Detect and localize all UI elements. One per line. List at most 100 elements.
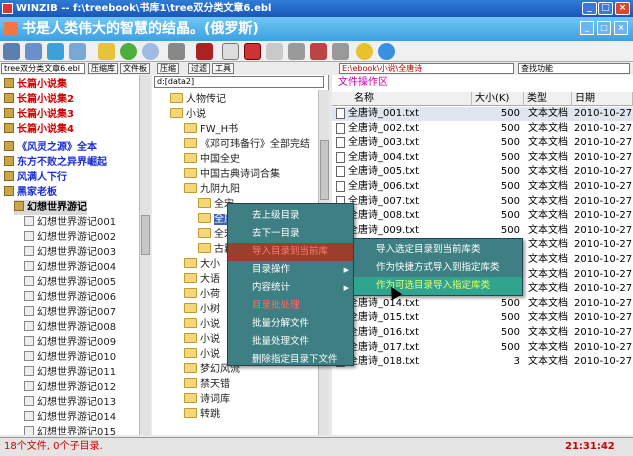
directory-tree-item[interactable]: 九阴九阳 <box>184 182 240 197</box>
file-row[interactable]: 全唐诗_003.txt 500 文本文档 2010-10-27 <box>332 136 633 150</box>
banner-close-button[interactable]: × <box>614 21 628 35</box>
file-row[interactable]: 全唐诗_015.txt 500 文本文档 2010-10-27 <box>332 311 633 325</box>
middle-scroll-thumb[interactable] <box>320 140 329 200</box>
banner-minimize-button[interactable]: _ <box>580 21 594 35</box>
directory-tree-item[interactable]: 小说 <box>170 107 206 122</box>
library-tree-item[interactable]: 长篇小说集2 <box>4 92 74 107</box>
directory-tree-item[interactable]: 中国全史 <box>184 152 240 167</box>
context-menu-item[interactable]: 批量分解文件 <box>228 315 353 333</box>
file-row[interactable]: 全唐诗_009.txt 500 文本文档 2010-10-27 <box>332 224 633 238</box>
banner-restore-button[interactable]: □ <box>597 21 611 35</box>
library-tree-item[interactable]: 长篇小说集3 <box>4 107 74 122</box>
directory-tree-item[interactable]: 中国古典诗词合集 <box>184 167 280 182</box>
library-tree-item[interactable]: 黑家老板 <box>4 185 57 200</box>
library-tree-item[interactable]: 长篇小说集 <box>4 77 67 92</box>
filter-button[interactable]: 过滤 <box>188 63 210 74</box>
star-icon[interactable] <box>356 43 373 60</box>
context-menu-item[interactable]: 删除指定目录下文件 <box>228 351 353 369</box>
document-icon[interactable] <box>266 43 283 60</box>
directory-tree-item[interactable]: 小说 <box>184 317 220 332</box>
library-combo[interactable]: tree双分类文章6.ebl <box>1 63 85 74</box>
library-tree-child[interactable]: 幻想世界游记012 <box>24 380 116 395</box>
file-row[interactable]: 全唐诗_007.txt 500 文本文档 2010-10-27 <box>332 195 633 209</box>
tools-icon[interactable] <box>332 43 349 60</box>
directory-tree-item[interactable]: 大小 <box>184 257 220 272</box>
context-menu-item[interactable]: 内容统计 ▶ <box>228 279 353 297</box>
directory-tree-item[interactable]: 大语 <box>184 272 220 287</box>
close-button[interactable]: × <box>615 2 630 15</box>
file-row[interactable]: 全唐诗_001.txt 500 文本文档 2010-10-27 <box>332 107 633 121</box>
minimize-button[interactable]: _ <box>582 2 597 15</box>
compress-button[interactable]: 压缩 <box>157 63 179 74</box>
file-row[interactable]: 全唐诗_014.txt 500 文本文档 2010-10-27 <box>332 297 633 311</box>
library-tree-child[interactable]: 幻想世界游记014 <box>24 410 116 425</box>
directory-tree-item[interactable]: 小树 <box>184 302 220 317</box>
file-row[interactable]: 全唐诗_017.txt 500 文本文档 2010-10-27 <box>332 341 633 355</box>
library-tree-item[interactable]: 风满人下行 <box>4 170 67 185</box>
list-icon[interactable] <box>288 43 305 60</box>
library-tree-child[interactable]: 幻想世界游记003 <box>24 245 116 260</box>
arrow-down-icon[interactable] <box>120 43 137 60</box>
directory-tree-item[interactable]: 诗词库 <box>184 392 230 407</box>
directory-tree-item[interactable]: FW_H书 <box>184 122 238 137</box>
file-row[interactable]: 全唐诗_005.txt 500 文本文档 2010-10-27 <box>332 165 633 179</box>
library-tree-child[interactable]: 幻想世界游记015 <box>24 425 116 435</box>
save-icon[interactable] <box>69 43 86 60</box>
directory-tree-item[interactable]: 《邓可玮备行》全部完结 <box>184 137 310 152</box>
context-menu-item[interactable]: 目录批处理 <box>228 297 353 315</box>
context-menu-item[interactable]: 导入目录到当前库 <box>228 243 353 261</box>
submenu-item[interactable]: 导入选定目录到当前库类 <box>354 241 522 259</box>
context-menu-item[interactable]: 去下一目录 <box>228 225 353 243</box>
open-icon[interactable] <box>47 43 64 60</box>
directory-tree-item[interactable]: 人物传记 <box>170 92 226 107</box>
file-row[interactable]: 全唐诗_018.txt 3 文本文档 2010-10-27 <box>332 355 633 369</box>
help-icon[interactable] <box>244 43 261 60</box>
column-size[interactable]: 大小(K) <box>472 92 524 106</box>
library-tree-child[interactable]: 幻想世界游记007 <box>24 305 116 320</box>
file-row[interactable]: 全唐诗_002.txt 500 文本文档 2010-10-27 <box>332 122 633 136</box>
search-combo[interactable]: 查找功能 <box>518 63 630 74</box>
library-tree-item[interactable]: 长篇小说集4 <box>4 122 74 137</box>
library-tree-child[interactable]: 幻想世界游记004 <box>24 260 116 275</box>
book-list-icon[interactable] <box>222 43 239 60</box>
library-tree-item[interactable]: 《风灵之源》全本 <box>4 140 97 155</box>
left-scroll-thumb[interactable] <box>141 215 150 255</box>
compress-lib-button[interactable]: 压缩库 <box>88 63 118 74</box>
library-tree-child[interactable]: 幻想世界游记008 <box>24 320 116 335</box>
context-menu-item[interactable]: 目录操作 ▶ <box>228 261 353 279</box>
submenu-item[interactable]: 作为快捷方式导入到指定库类 <box>354 259 522 277</box>
column-type[interactable]: 类型 <box>524 92 572 106</box>
file-row[interactable]: 全唐诗_008.txt 500 文本文档 2010-10-27 <box>332 209 633 223</box>
library-tree-child[interactable]: 幻想世界游记011 <box>24 365 116 380</box>
library-tree-child[interactable]: 幻想世界游记006 <box>24 290 116 305</box>
library-tree-child[interactable]: 幻想世界游记013 <box>24 395 116 410</box>
left-scrollbar[interactable] <box>139 75 150 435</box>
settings-icon[interactable] <box>168 43 185 60</box>
database-icon[interactable] <box>3 43 20 60</box>
column-name[interactable]: 名称 <box>332 92 472 106</box>
library-tree-child[interactable]: 幻想世界游记005 <box>24 275 116 290</box>
directory-tree-item[interactable]: 转跳 <box>184 407 220 422</box>
directory-tree-item[interactable]: 小荷 <box>184 287 220 302</box>
file-row[interactable]: 全唐诗_006.txt 500 文本文档 2010-10-27 <box>332 180 633 194</box>
tools-button[interactable]: 工具 <box>212 63 234 74</box>
library-tree-item[interactable]: 东方不败之异界崛起 <box>4 155 107 170</box>
home-icon[interactable] <box>98 43 115 60</box>
internet-icon[interactable] <box>378 43 395 60</box>
file-row[interactable]: 全唐诗_004.txt 500 文本文档 2010-10-27 <box>332 151 633 165</box>
column-date[interactable]: 日期 <box>572 92 633 106</box>
directory-tree-item[interactable]: 小说 <box>184 332 220 347</box>
library-tree-item[interactable]: 幻想世界游记 <box>14 200 87 215</box>
disc-icon[interactable] <box>142 43 159 60</box>
library-tree-child[interactable]: 幻想世界游记009 <box>24 335 116 350</box>
right-path-field[interactable]: E:\ebook\小说\全唐诗 <box>339 63 514 74</box>
directory-tree-item[interactable]: 禁天错 <box>184 377 230 392</box>
library-icon[interactable] <box>25 43 42 60</box>
middle-path-field[interactable]: d:[data2] <box>154 76 324 88</box>
exit-icon[interactable] <box>310 43 327 60</box>
library-tree-child[interactable]: 幻想世界游记002 <box>24 230 116 245</box>
context-menu-item[interactable]: 去上级目录 <box>228 207 353 225</box>
directory-tree-item[interactable]: 小说 <box>184 347 220 362</box>
library-tree-child[interactable]: 幻想世界游记010 <box>24 350 116 365</box>
maximize-button[interactable]: □ <box>598 2 613 15</box>
